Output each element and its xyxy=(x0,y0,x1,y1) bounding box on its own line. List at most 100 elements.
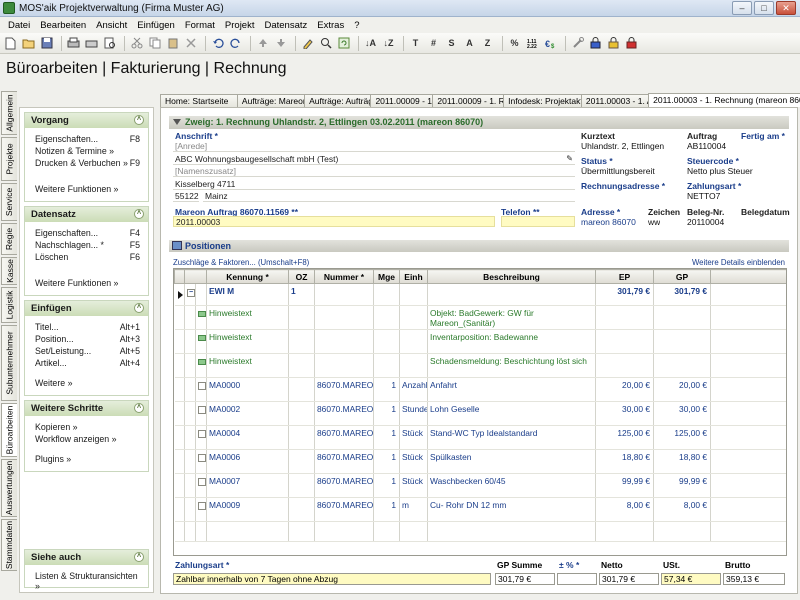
column-header-mge[interactable]: Mge xyxy=(373,269,400,284)
lookup-icon[interactable]: ✎ xyxy=(566,154,573,163)
group-header[interactable]: Weitere Schritte ˄ xyxy=(25,401,148,416)
column-header-einh[interactable]: Einh xyxy=(399,269,428,284)
position-checkbox[interactable] xyxy=(198,429,206,438)
column-header-beschreibung[interactable]: Beschreibung xyxy=(427,269,596,284)
cell-kennung[interactable]: MA0002 xyxy=(206,401,289,426)
tab-logistik[interactable]: Logistik xyxy=(1,287,17,323)
table-row[interactable]: MA0002 86070.MAREON.MA00021StundeLohn Ges… xyxy=(174,401,786,426)
row-selector[interactable] xyxy=(174,305,185,330)
cell-kennung[interactable]: MA0007 xyxy=(206,473,289,498)
kurztext-field[interactable]: Uhlandstr. 2, Ettlingen xyxy=(581,141,681,151)
maximize-button[interactable]: □ xyxy=(754,1,774,15)
cell-gp[interactable]: 18,80 € xyxy=(653,449,711,474)
tab-kasse[interactable]: Kasse xyxy=(1,257,17,285)
position-checkbox[interactable] xyxy=(198,453,206,462)
collapse-chevron-icon[interactable]: ˄ xyxy=(134,209,144,219)
table-row-empty[interactable] xyxy=(174,521,786,542)
position-checkbox[interactable] xyxy=(198,405,206,414)
ort-field[interactable]: Mainz xyxy=(203,191,575,202)
doc-tab[interactable]: 2011.00003 - 1. Auftr xyxy=(580,94,650,107)
collapse-chevron-icon[interactable]: ˄ xyxy=(134,303,144,313)
cell-nummer[interactable]: 86070.MAREON.MA0000 xyxy=(314,377,374,402)
cell-einh[interactable]: Stunde xyxy=(399,401,428,426)
sidebar-link[interactable]: Notizen & Termine » xyxy=(25,145,148,157)
gpsumme-field[interactable]: 301,79 € xyxy=(495,573,555,585)
cell-beschreibung[interactable]: Spülkasten xyxy=(427,449,596,474)
cell-oz[interactable]: 1 xyxy=(288,283,315,306)
cell-mge[interactable] xyxy=(373,353,400,378)
table-row[interactable]: Hinweistext Objekt: BadGewerk: GW für Mar… xyxy=(174,305,786,330)
sidebar-link[interactable]: Eigenschaften... F8 xyxy=(25,133,148,145)
cell-nummer[interactable] xyxy=(314,329,374,354)
insert-number-button[interactable]: # xyxy=(426,36,441,51)
table-row-group[interactable]: − EWI M 1 301,79 € 301,79 € xyxy=(174,283,786,306)
print-icon[interactable] xyxy=(66,36,81,51)
menu-projekt[interactable]: Projekt xyxy=(220,20,260,31)
cell-ep[interactable] xyxy=(595,305,654,330)
cell-ep[interactable]: 18,80 € xyxy=(595,449,654,474)
cell-mge[interactable] xyxy=(373,283,400,306)
prozent-field[interactable] xyxy=(557,573,597,585)
refresh-icon[interactable] xyxy=(336,36,351,51)
table-row[interactable]: MA0006 86070.MAREON.MA00061StückSpülkaste… xyxy=(174,449,786,474)
collapse-chevron-icon[interactable]: ˄ xyxy=(134,115,144,125)
cell-einh[interactable] xyxy=(399,329,428,354)
column-header-ep[interactable]: EP xyxy=(595,269,654,284)
cell-oz[interactable] xyxy=(288,329,315,354)
cell-kennung[interactable]: MA0009 xyxy=(206,497,289,522)
cell-ep[interactable]: 20,00 € xyxy=(595,377,654,402)
cell-oz[interactable] xyxy=(288,449,315,474)
cell-mge[interactable]: 1 xyxy=(373,425,400,450)
cell-oz[interactable] xyxy=(288,425,315,450)
cell-gp[interactable]: 99,99 € xyxy=(653,473,711,498)
sidebar-link[interactable]: Nachschlagen... * F5 xyxy=(25,239,148,251)
cell-beschreibung[interactable] xyxy=(427,283,596,306)
sidebar-link[interactable]: Löschen F6 xyxy=(25,251,148,263)
cell-kennung[interactable]: Hinweistext xyxy=(206,353,289,378)
cell-ep[interactable]: 8,00 € xyxy=(595,497,654,522)
save-icon[interactable] xyxy=(39,36,54,51)
group-header[interactable]: Einfügen ˄ xyxy=(25,301,148,316)
menu-extras[interactable]: Extras xyxy=(312,20,349,31)
belegnr-field[interactable]: 20110004 xyxy=(687,217,724,227)
row-selector[interactable] xyxy=(174,401,185,426)
cell-gp[interactable]: 301,79 € xyxy=(653,283,711,306)
sidebar-link[interactable]: Listen & Strukturansichten » xyxy=(25,570,148,591)
cell-gp[interactable]: 30,00 € xyxy=(653,401,711,426)
cell-beschreibung[interactable]: Cu- Rohr DN 12 mm xyxy=(427,497,596,522)
cell-einh[interactable]: m xyxy=(399,497,428,522)
mareon-auftrag-field[interactable]: 2011.00003 xyxy=(173,216,495,227)
cell-einh[interactable] xyxy=(399,353,428,378)
row-selector[interactable] xyxy=(174,377,185,402)
cell-gp[interactable] xyxy=(653,305,711,330)
move-up-icon[interactable] xyxy=(255,36,270,51)
menu-help[interactable]: ? xyxy=(349,20,364,31)
position-checkbox[interactable] xyxy=(198,477,206,486)
tab-stammdaten[interactable]: Stammdaten xyxy=(1,519,17,571)
plz-field[interactable]: 55122 xyxy=(173,191,199,202)
more-functions-link[interactable]: Weitere Funktionen » xyxy=(25,183,148,195)
cell-mge[interactable] xyxy=(373,305,400,330)
cell-einh[interactable] xyxy=(399,283,428,306)
cell-gp[interactable]: 125,00 € xyxy=(653,425,711,450)
cell-oz[interactable] xyxy=(288,353,315,378)
footer-zahlungsart-field[interactable]: Zahlbar innerhalb von 7 Tagen ohne Abzug xyxy=(173,573,491,585)
menu-bearbeiten[interactable]: Bearbeiten xyxy=(35,20,91,31)
percent-button[interactable]: % xyxy=(507,36,522,51)
cell-mge[interactable]: 1 xyxy=(373,497,400,522)
cell-beschreibung[interactable]: Waschbecken 60/45 xyxy=(427,473,596,498)
tab-subunternehmer[interactable]: Subunternehmer xyxy=(1,325,17,401)
tools-icon[interactable] xyxy=(570,36,585,51)
adresse-field[interactable]: mareon 86070 xyxy=(581,217,636,227)
telefon-field[interactable] xyxy=(501,216,575,227)
insert-z-button[interactable]: Z xyxy=(480,36,495,51)
collapse-triangle-icon[interactable] xyxy=(173,119,181,125)
row-selector[interactable] xyxy=(174,449,185,474)
cell-einh[interactable]: Anzahl xyxy=(399,377,428,402)
brutto-field[interactable]: 359,13 € xyxy=(723,573,785,585)
cell-oz[interactable] xyxy=(288,377,315,402)
tab-regie[interactable]: Regie xyxy=(1,223,17,255)
details-toggle-link[interactable]: Weitere Details einblenden xyxy=(692,258,785,267)
table-row[interactable]: Hinweistext Schadensmeldung: Beschichtung… xyxy=(174,353,786,378)
more-functions-link[interactable]: Weitere Funktionen » xyxy=(25,277,148,289)
